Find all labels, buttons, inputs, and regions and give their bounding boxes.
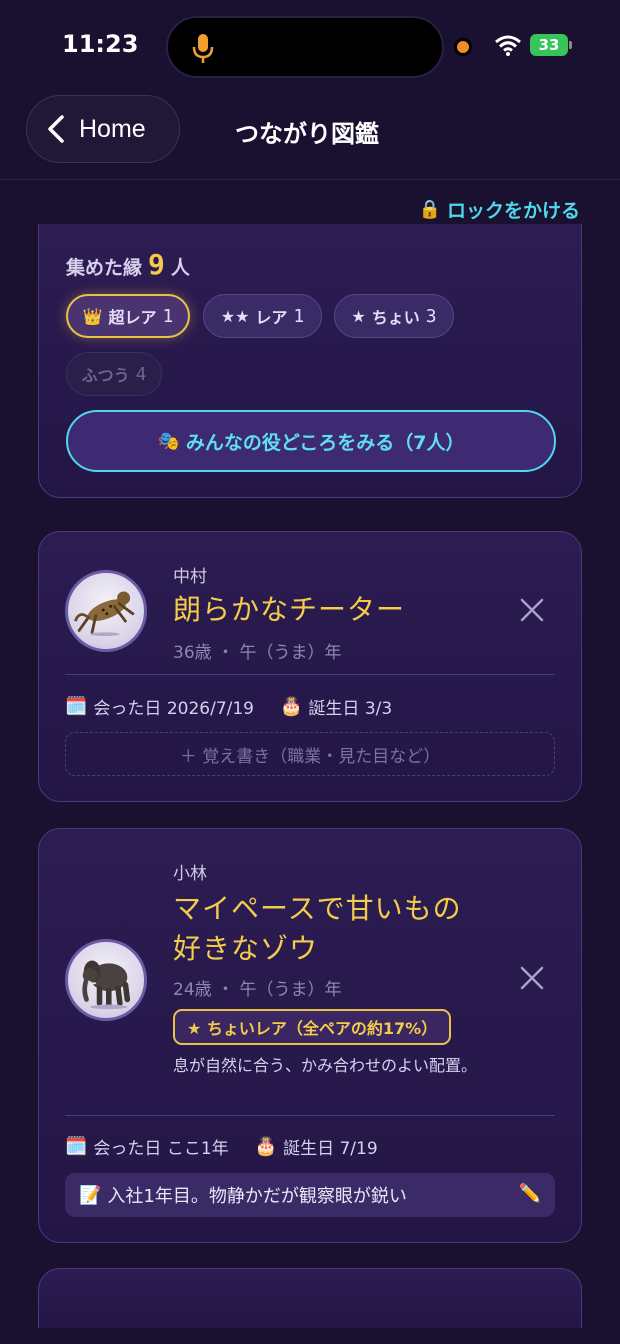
clock: 11:23: [62, 30, 139, 58]
back-button[interactable]: Home: [26, 95, 180, 163]
date-row: 🗓️ 会った日 2026/7/19 🎂 誕生日 3/3: [65, 694, 392, 719]
elephant-avatar-icon: [65, 939, 147, 1021]
lock-button[interactable]: 🔒 ロックをかける: [419, 196, 580, 223]
lock-icon: 🔒: [418, 199, 441, 220]
birthday: 誕生日 7/19: [283, 1139, 378, 1159]
date-row: 🗓️ 会った日 ここ1年 🎂 誕生日 7/19: [65, 1134, 378, 1159]
person-name: 小林: [173, 864, 207, 884]
back-label: Home: [79, 114, 146, 143]
chip-label: ちょい: [371, 308, 420, 327]
person-card[interactable]: [38, 1268, 582, 1328]
met-date: 会った日 ここ1年: [93, 1139, 229, 1159]
person-name: 中村: [173, 567, 207, 587]
calendar-icon: 🗓️: [65, 1136, 88, 1157]
view-roles-label: みんなの役どころをみる（7人）: [185, 431, 465, 454]
memo[interactable]: 📝 入社1年目。物静かだが観察眼が鋭い ✏️: [65, 1173, 555, 1217]
count-suffix: 人: [170, 257, 190, 279]
cake-icon: 🎂: [254, 1136, 278, 1157]
person-title-line2: 好きなゾウ: [173, 932, 319, 965]
chip-label: レア: [255, 308, 288, 327]
calendar-icon: 🗓️: [65, 696, 88, 717]
person-meta: 24歳 ・ 午（うま）年: [173, 980, 342, 1000]
collection-count: 集めた縁 9 人: [66, 248, 190, 281]
summary-card: 集めた縁 9 人 👑 超レア 1 ★★ レア 1 ★ ちょい 3 ふつう 4 🎭…: [38, 224, 582, 498]
star-icon: ★: [351, 306, 366, 326]
pencil-icon[interactable]: ✏️: [519, 1183, 541, 1204]
rarity-badge: ★ ちょいレア（全ペアの約17%）: [173, 1009, 452, 1045]
person-meta: 36歳 ・ 午（うま）年: [173, 643, 342, 663]
close-icon[interactable]: [519, 965, 545, 991]
privacy-indicator-icon: [457, 41, 469, 53]
battery-icon: 33: [530, 34, 568, 56]
nav-header: Home つながり図鑑: [0, 92, 620, 180]
chip-count: 3: [425, 305, 437, 327]
chip-count: 1: [162, 305, 174, 327]
memo-icon: 📝: [79, 1184, 102, 1206]
chip-slightly-rare[interactable]: ★ ちょい 3: [334, 294, 454, 338]
view-roles-button[interactable]: 🎭 みんなの役どころをみる（7人）: [66, 410, 556, 472]
person-title: 朗らかなチーター: [173, 593, 406, 626]
add-memo-button[interactable]: ＋ 覚え書き（職業・見た目など）: [65, 732, 555, 776]
birthday: 誕生日 3/3: [308, 699, 393, 719]
microphone-icon: [192, 34, 214, 63]
person-card[interactable]: 中村 朗らかなチーター 36歳 ・ 午（うま）年 🗓️ 会った日 2026/7/…: [38, 531, 582, 802]
crown-icon: 👑: [82, 306, 103, 326]
person-title-line1: マイペースで甘いもの: [173, 892, 462, 925]
wifi-icon: [495, 35, 521, 56]
cheetah-avatar-icon: [65, 570, 147, 652]
divider: [65, 674, 555, 675]
chip-count: 1: [293, 305, 305, 327]
page-title: つながり図鑑: [235, 120, 379, 148]
cake-icon: 🎂: [280, 696, 303, 717]
battery-tip: [569, 41, 572, 49]
met-date: 会った日 2026/7/19: [93, 699, 254, 719]
dynamic-island: [166, 16, 444, 78]
chip-common[interactable]: ふつう 4: [66, 352, 162, 396]
chip-label: 超レア: [108, 308, 157, 327]
chip-label: ふつう: [81, 366, 130, 385]
lock-label: ロックをかける: [446, 200, 580, 222]
divider: [65, 1115, 555, 1116]
theater-masks-icon: 🎭: [157, 430, 180, 452]
chevron-left-icon: [48, 115, 64, 143]
close-icon[interactable]: [519, 597, 545, 623]
person-card[interactable]: 小林 マイペースで甘いもの 好きなゾウ 24歳 ・ 午（うま）年 ★ ちょいレア…: [38, 828, 582, 1243]
count-value: 9: [148, 248, 165, 281]
person-description: 息が自然に合う、かみ合わせのよい配置。: [173, 1056, 478, 1075]
chip-count: 4: [135, 363, 147, 385]
chip-rare[interactable]: ★★ レア 1: [203, 294, 322, 338]
count-prefix: 集めた縁: [66, 257, 143, 279]
chip-super-rare[interactable]: 👑 超レア 1: [66, 294, 190, 338]
status-bar: 11:23 33: [0, 0, 620, 92]
double-star-icon: ★★: [220, 306, 250, 326]
memo-text: 入社1年目。物静かだが観察眼が鋭い: [107, 1186, 407, 1207]
